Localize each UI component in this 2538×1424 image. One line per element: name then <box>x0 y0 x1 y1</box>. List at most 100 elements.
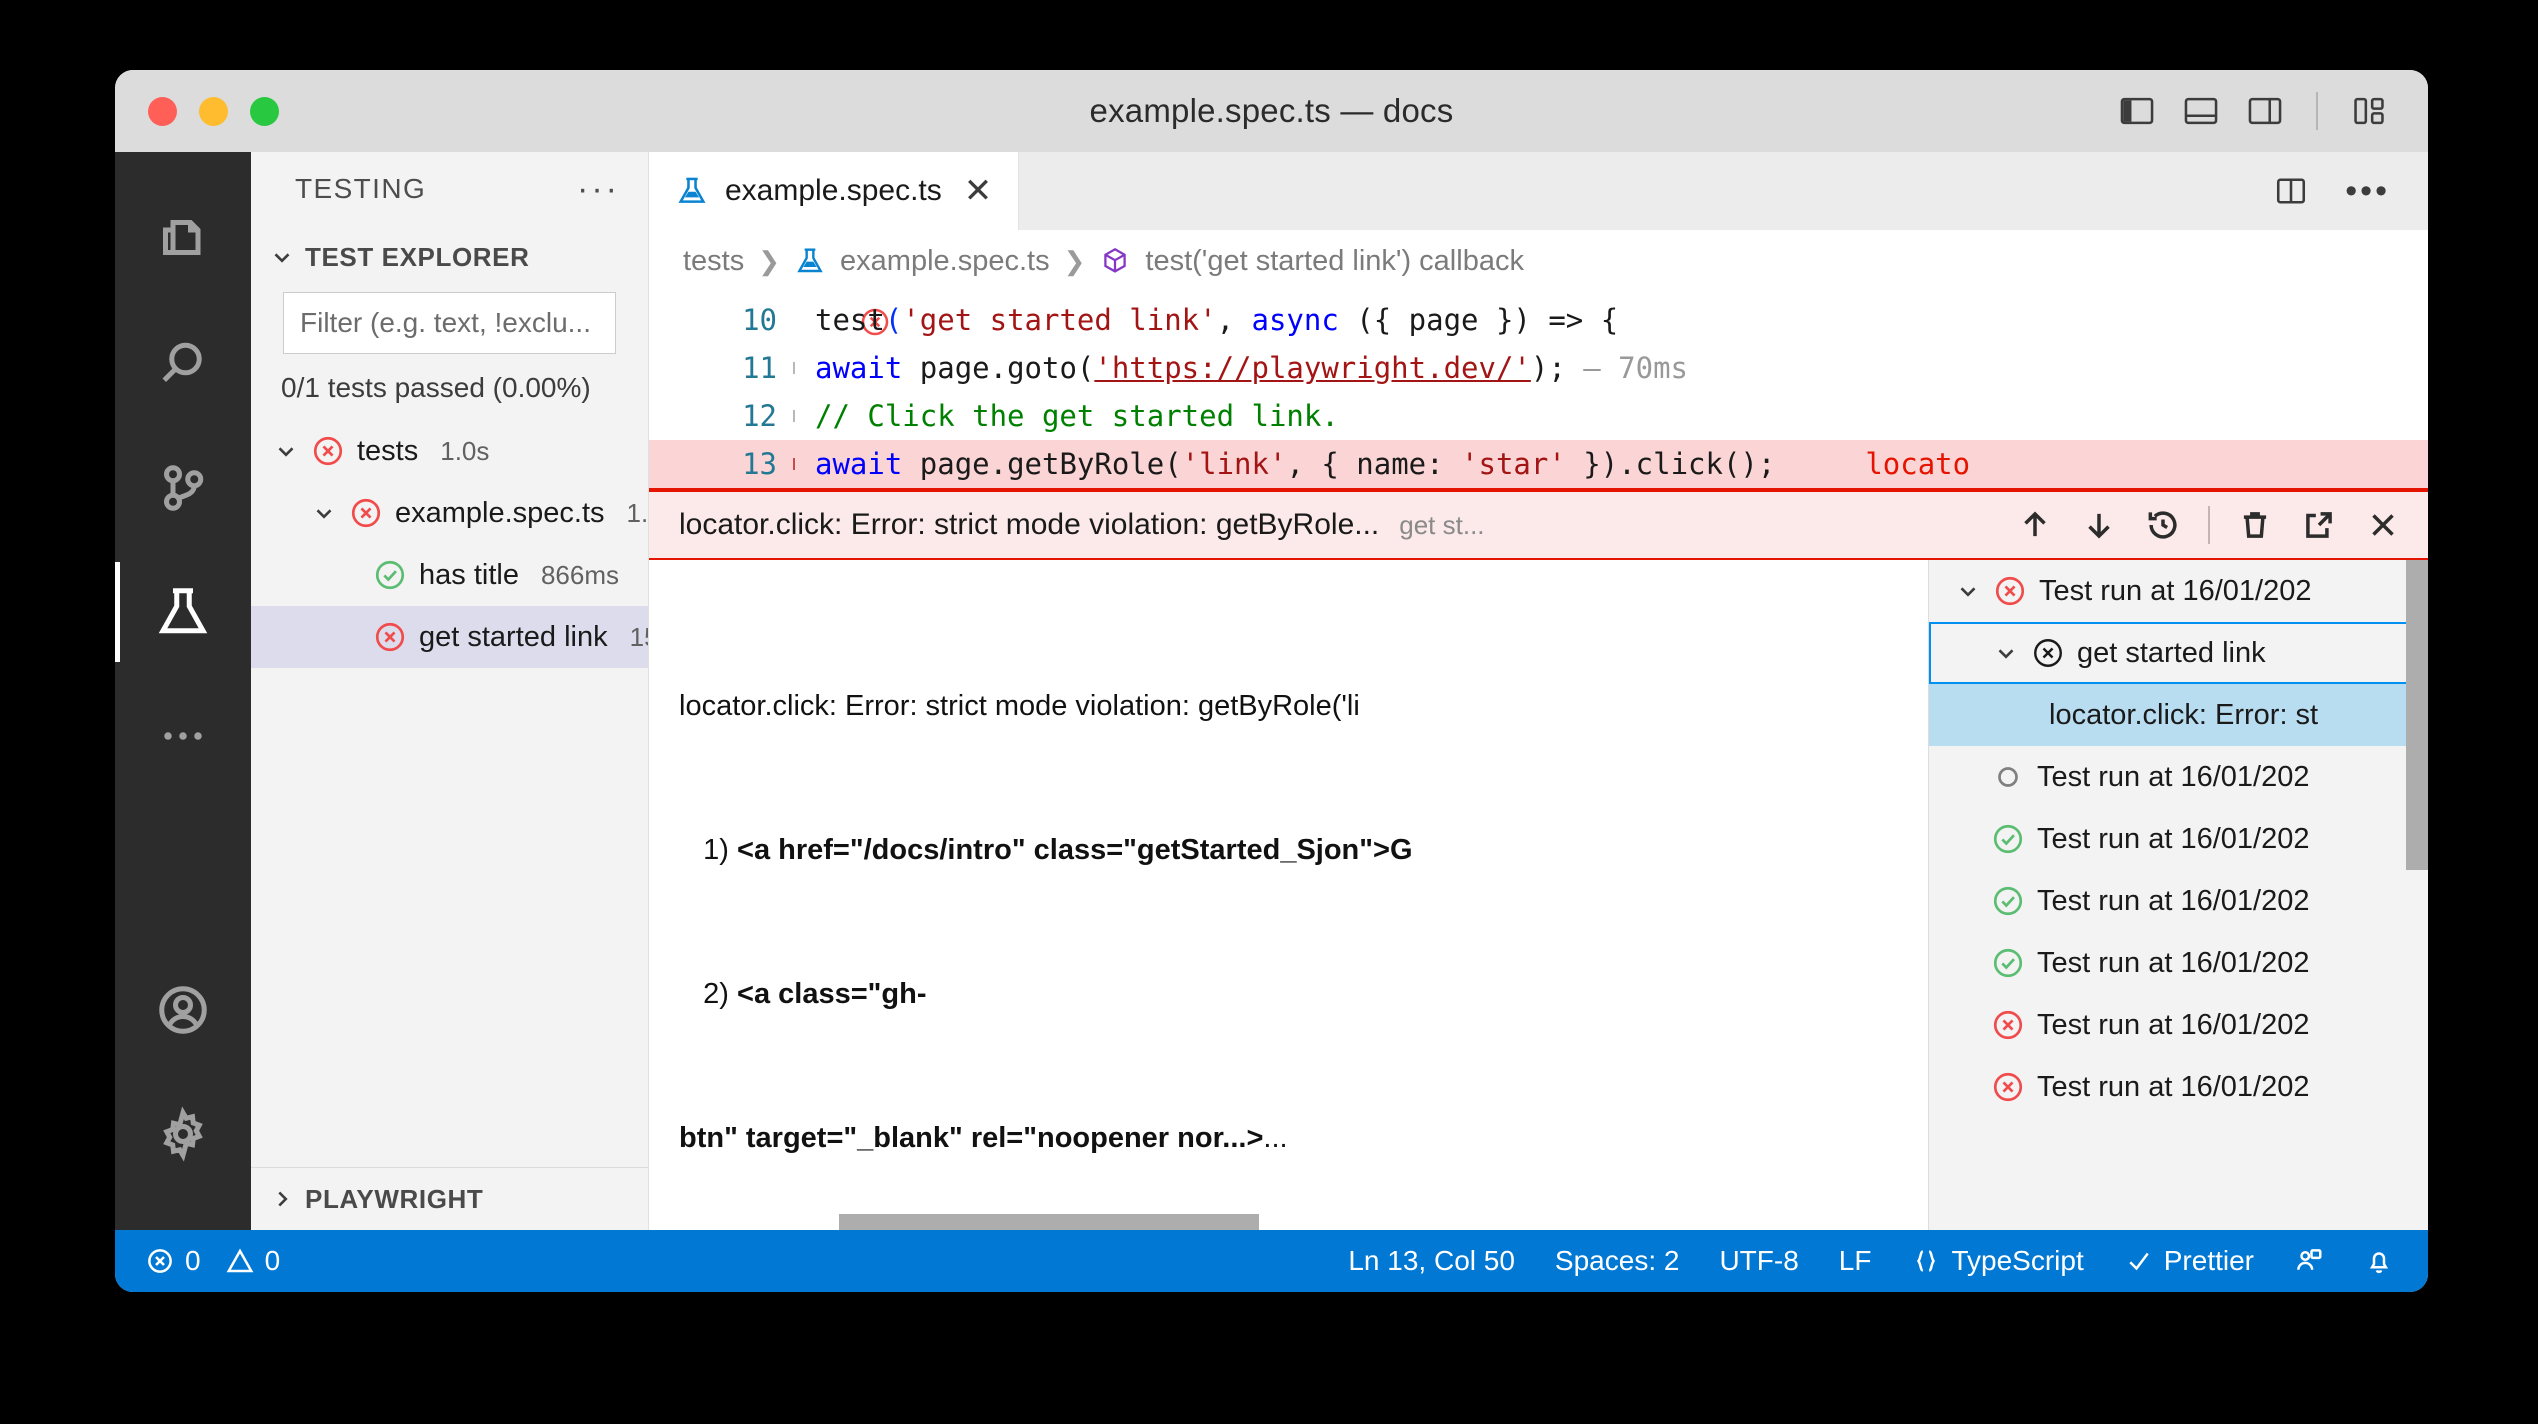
peek-tree-row-selected[interactable]: locator.click: Error: st <box>1929 684 2428 746</box>
sidebar-item-source-control[interactable] <box>115 426 251 550</box>
peek-tree-label: Test run at 16/01/202 <box>2037 946 2310 979</box>
status-bar-left: 0 0 <box>115 1245 280 1277</box>
chevron-down-icon[interactable] <box>311 500 337 526</box>
breadcrumb-separator: ❯ <box>758 245 781 276</box>
split-editor-icon[interactable] <box>2273 173 2309 209</box>
toggle-primary-sidebar-icon[interactable] <box>2118 92 2156 130</box>
files-icon <box>163 220 201 255</box>
msg-text: 1) <box>679 834 738 866</box>
minimize-window-button[interactable] <box>199 96 228 126</box>
sidebar-item-more[interactable] <box>115 674 251 798</box>
peek-tree-row[interactable]: Test run at 16/01/202 <box>1929 994 2428 1056</box>
code-text-12: // Click the get started link. <box>815 399 1339 433</box>
test-tree-row-spec[interactable]: example.spec.ts 1.0s <box>251 482 648 544</box>
previous-marker-icon[interactable] <box>2016 506 2054 544</box>
test-explorer-section-header[interactable]: TEST EXPLORER <box>251 226 648 288</box>
status-formatter[interactable]: Prettier <box>2124 1245 2254 1277</box>
peek-tree-row[interactable]: Test run at 16/01/202 <box>1929 560 2428 622</box>
peek-tree-row-focused[interactable]: get started link <box>1929 622 2428 684</box>
history-icon[interactable] <box>2144 506 2182 544</box>
sidebar-item-testing[interactable] <box>115 550 251 674</box>
peek-tree-row[interactable]: Test run at 16/01/202 <box>1929 808 2428 870</box>
clear-icon[interactable] <box>2236 506 2274 544</box>
status-notifications[interactable] <box>2364 1246 2394 1276</box>
peek-tree-row[interactable]: Test run at 16/01/202 <box>1929 1056 2428 1118</box>
sidebar-item-manage[interactable] <box>115 1072 251 1196</box>
vscode-window: example.spec.ts — docs TESTING ··· TEST … <box>115 70 2428 1292</box>
msg-text: locator.click: Error: strict mode violat… <box>679 690 1360 722</box>
peek-tree-label: Test run at 16/01/202 <box>2037 1008 2310 1041</box>
code-token-rest: ({ page }) => { <box>1338 303 1619 337</box>
braces-icon <box>1917 1250 1936 1272</box>
close-icon[interactable]: ✕ <box>958 174 993 208</box>
code-text-10: test('get started link', async ({ page }… <box>815 296 1618 344</box>
breadcrumb-item-symbol[interactable]: test('get started link') callback <box>1145 245 1524 278</box>
open-external-icon[interactable] <box>2300 506 2338 544</box>
peek-message-line: btn" target="_blank" rel="noopener nor..… <box>679 1114 1928 1162</box>
sidebar-item-explorer[interactable] <box>115 178 251 302</box>
symbol-cube-icon <box>1104 247 1127 273</box>
chevron-down-icon[interactable] <box>273 438 299 464</box>
activity-bar <box>115 152 251 1230</box>
status-remote[interactable] <box>2294 1246 2324 1276</box>
status-eol[interactable]: LF <box>1839 1245 1872 1277</box>
test-tree-row-tests[interactable]: tests 1.0s <box>251 420 648 482</box>
chevron-down-icon[interactable] <box>1993 640 2019 666</box>
ellipsis-icon <box>164 732 202 740</box>
playwright-label: PLAYWRIGHT <box>305 1183 484 1214</box>
status-problems[interactable]: 0 0 <box>145 1245 280 1277</box>
peek-message-line: locator.click: Error: strict mode violat… <box>679 682 1928 730</box>
breadcrumb-item-file[interactable]: example.spec.ts <box>840 245 1050 278</box>
code-token-arg2: , { name: <box>1286 447 1462 481</box>
error-count: 0 <box>185 1245 201 1276</box>
error-gutter-marker[interactable] <box>649 248 888 392</box>
sidebar-more-actions-icon[interactable]: ··· <box>577 172 620 206</box>
status-indentation[interactable]: Spaces: 2 <box>1555 1245 1680 1277</box>
peek-body: locator.click: Error: strict mode violat… <box>649 560 2428 1230</box>
peek-tree-label: Test run at 16/01/202 <box>2037 822 2310 855</box>
status-language-mode[interactable]: TypeScript <box>1911 1245 2084 1277</box>
next-marker-icon[interactable] <box>2080 506 2118 544</box>
filter-input[interactable] <box>300 307 661 339</box>
zoom-window-button[interactable] <box>250 96 279 126</box>
vertical-scrollbar[interactable] <box>2406 560 2428 870</box>
more-actions-icon[interactable]: ••• <box>2345 174 2390 208</box>
warning-icon <box>226 1248 253 1273</box>
sidebar-item-search[interactable] <box>115 302 251 426</box>
peek-tree-row[interactable]: Test run at 16/01/202 <box>1929 932 2428 994</box>
toggle-secondary-sidebar-icon[interactable] <box>2246 92 2284 130</box>
close-window-button[interactable] <box>148 96 177 126</box>
peek-tree-row[interactable]: Test run at 16/01/202 <box>1929 746 2428 808</box>
sidebar-item-accounts[interactable] <box>115 948 251 1072</box>
check-icon <box>2129 1252 2149 1271</box>
beaker-icon <box>158 588 208 634</box>
customize-layout-icon[interactable] <box>2350 92 2388 130</box>
code-token-star: 'star' <box>1461 447 1566 481</box>
tab-example-spec-ts[interactable]: example.spec.ts ✕ <box>649 152 1020 230</box>
status-encoding[interactable]: UTF-8 <box>1719 1245 1798 1277</box>
test-passed-icon <box>1993 824 2023 854</box>
close-icon[interactable] <box>2364 506 2402 544</box>
code-token-call: page.getByRole( <box>902 447 1182 481</box>
code-token-url[interactable]: 'https://playwright.dev/' <box>1094 351 1531 385</box>
horizontal-scrollbar[interactable] <box>839 1214 1259 1230</box>
gear-icon <box>163 1106 203 1162</box>
test-tree-row-has-title[interactable]: has title 866ms <box>251 544 648 606</box>
playwright-section-header[interactable]: PLAYWRIGHT <box>251 1168 648 1230</box>
line-number: 13 <box>742 447 777 481</box>
window-title: example.spec.ts — docs <box>1089 92 1454 129</box>
test-tree-row-get-started-link[interactable]: get started link 150ms <box>251 606 648 668</box>
status-cursor-position[interactable]: Ln 13, Col 50 <box>1348 1245 1515 1277</box>
sidebar-title: TESTING <box>295 173 427 204</box>
inline-error-text: locato <box>1865 447 1971 481</box>
chevron-down-icon[interactable] <box>1955 578 1981 604</box>
peek-message-line: 2) <a class="gh- <box>679 970 1928 1018</box>
test-skipped-icon <box>1998 767 2018 787</box>
chevron-right-icon <box>278 1191 288 1207</box>
filter-box[interactable] <box>283 292 691 354</box>
code-editor[interactable]: 10 test('get started link', async ({ pag… <box>649 292 2428 488</box>
toggle-panel-icon[interactable] <box>2182 92 2220 130</box>
peek-tree-row[interactable]: Test run at 16/01/202 <box>1929 870 2428 932</box>
test-failed-icon <box>313 436 343 466</box>
peek-tree-label: Test run at 16/01/202 <box>2039 574 2312 607</box>
